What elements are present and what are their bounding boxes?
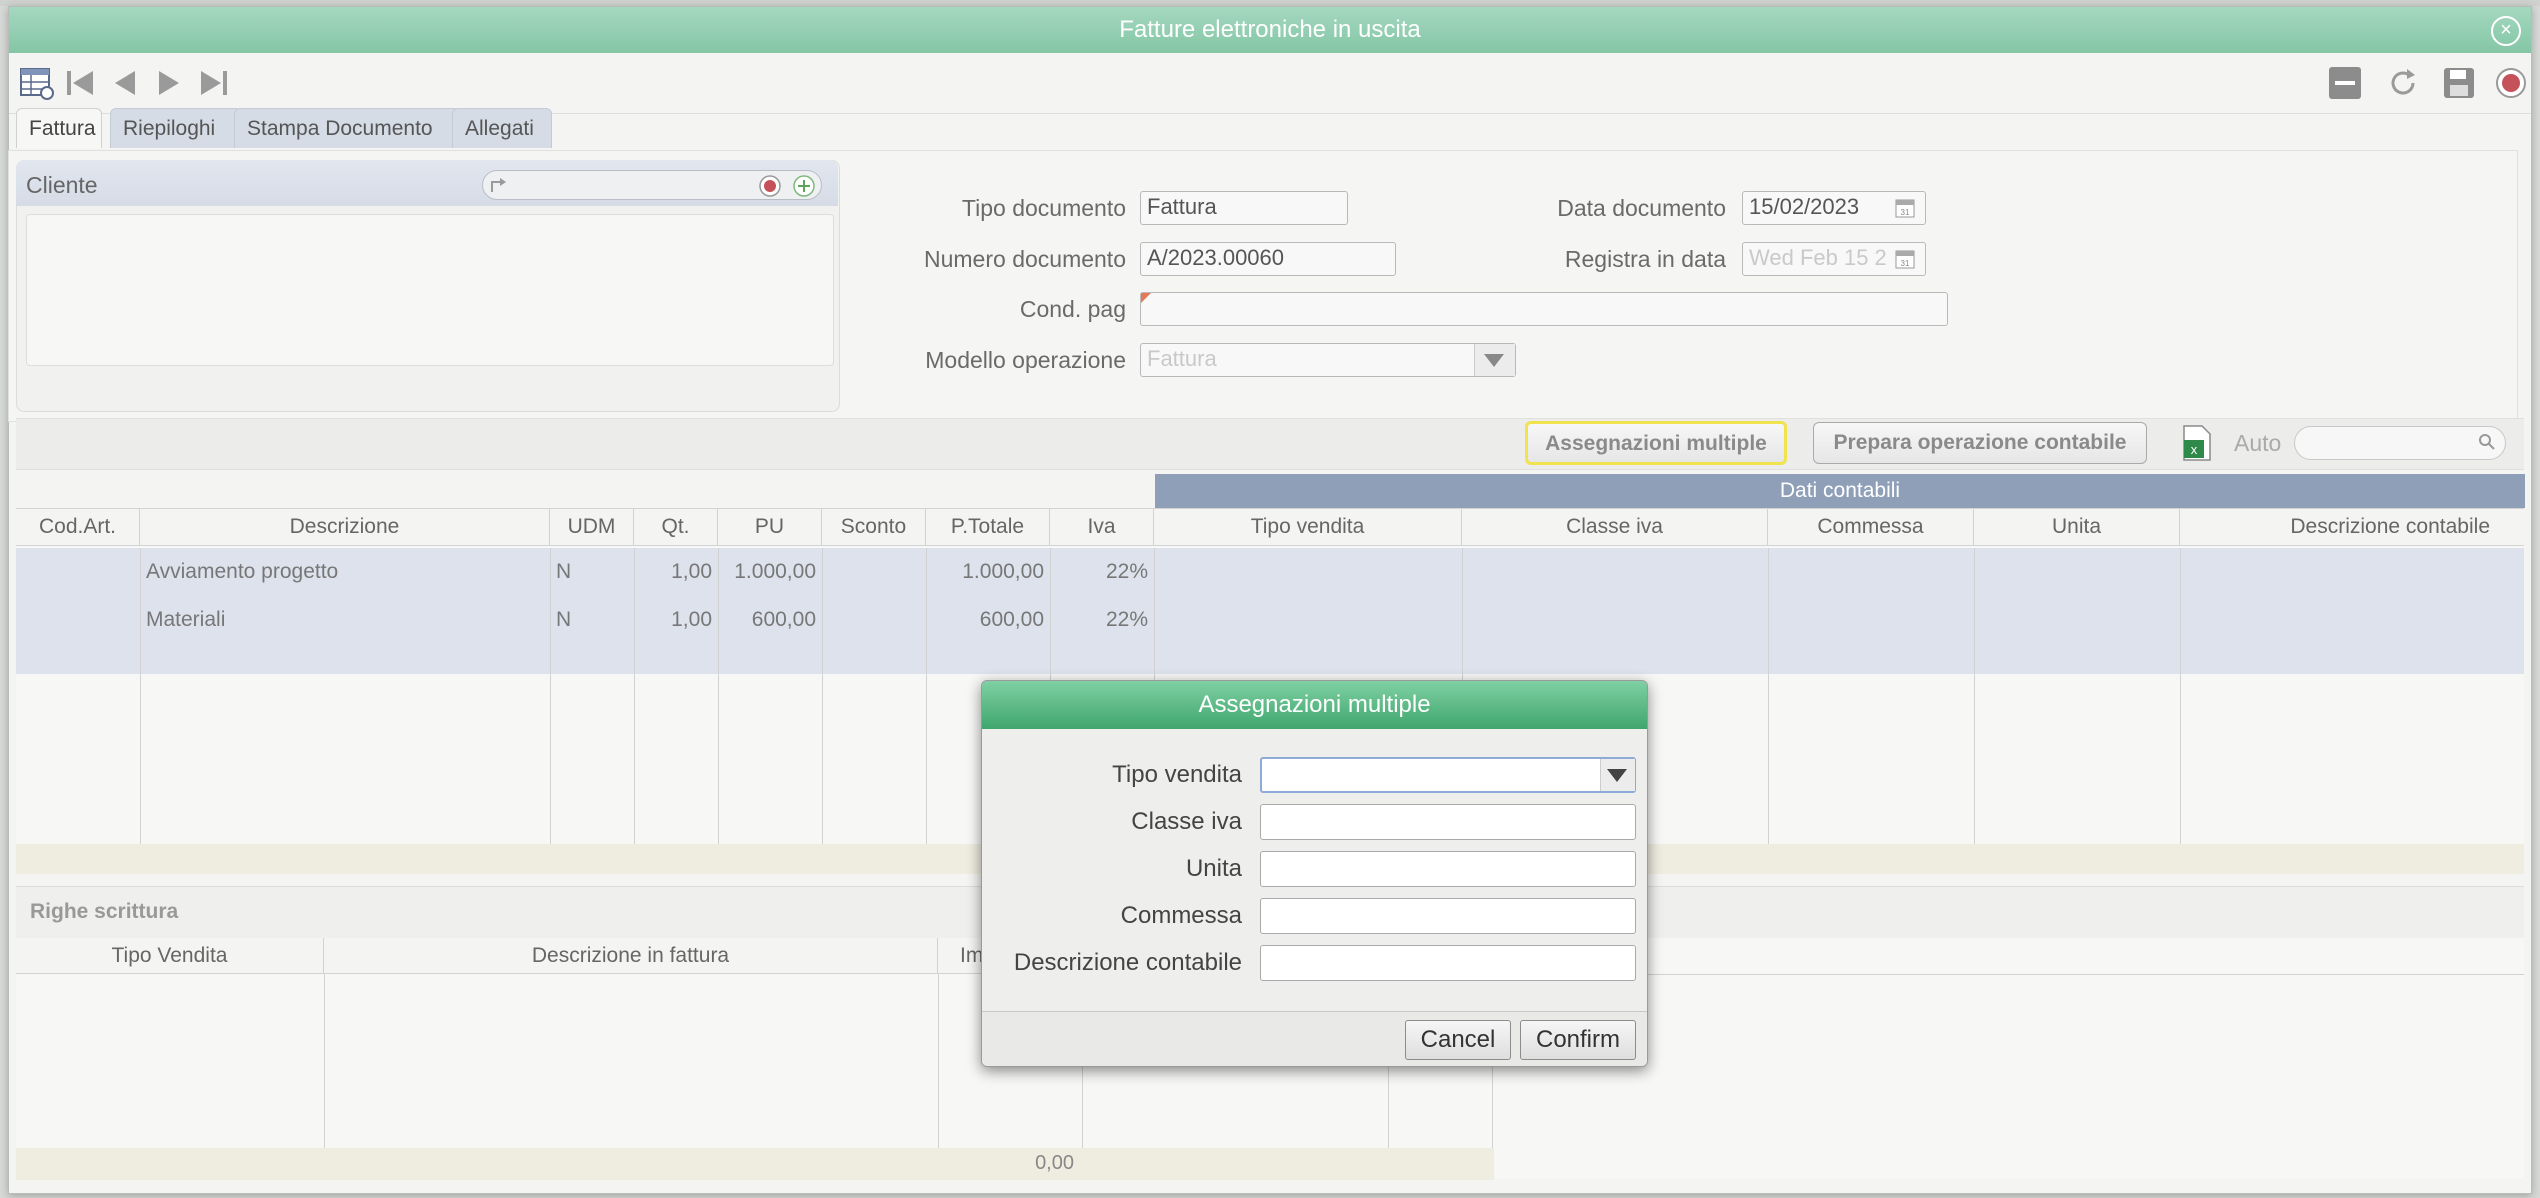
- assegnazioni-multiple-button[interactable]: Assegnazioni multiple: [1525, 421, 1787, 465]
- calendar-icon[interactable]: 31: [1894, 197, 1916, 219]
- col-iva[interactable]: Iva: [1050, 509, 1154, 545]
- numero-documento-field[interactable]: A/2023.00060: [1140, 242, 1396, 276]
- first-record-icon[interactable]: [63, 65, 99, 101]
- descrizione-contabile-label: Descrizione contabile: [1013, 949, 1242, 976]
- link-icon[interactable]: [486, 174, 508, 196]
- tab-riepiloghi[interactable]: Riepiloghi: [110, 108, 242, 148]
- col-unita[interactable]: Unita: [1974, 509, 2180, 545]
- modello-operazione-label: Modello operazione: [925, 347, 1126, 373]
- classe-iva-input[interactable]: [1260, 804, 1636, 840]
- action-bar: [16, 418, 2524, 470]
- commessa-label: Commessa: [1120, 902, 1242, 929]
- assegnazioni-dialog: Assegnazioni multiple Tipo vendita Class…: [981, 680, 1648, 1067]
- row-pu: 1.000,00: [734, 560, 816, 583]
- row-descrizione: Materiali: [146, 608, 226, 631]
- row-totale: 1.000,00: [962, 560, 1044, 583]
- row-descrizione: Avviamento progetto: [146, 560, 339, 583]
- close-icon[interactable]: ×: [2491, 16, 2521, 46]
- next-record-icon[interactable]: [151, 65, 187, 101]
- required-marker-icon: [1141, 293, 1151, 303]
- row-udm: N: [556, 560, 572, 583]
- col-p-totale[interactable]: P.Totale: [926, 509, 1050, 545]
- tab-allegati[interactable]: Allegati: [452, 108, 552, 148]
- col-tipo-vendita[interactable]: Tipo vendita: [1154, 509, 1462, 545]
- save-icon[interactable]: [2441, 65, 2477, 101]
- righe-title: Righe scrittura: [30, 900, 179, 923]
- cliente-details-area: [26, 214, 834, 366]
- data-documento-label: Data documento: [1557, 195, 1726, 221]
- righe-footer-total: 0,00: [1035, 1152, 1074, 1174]
- cond-pag-label: Cond. pag: [1019, 296, 1126, 322]
- row-pu: 600,00: [751, 608, 816, 631]
- tipo-vendita-label: Tipo vendita: [1112, 761, 1242, 788]
- cond-pag-field[interactable]: [1140, 292, 1948, 326]
- tipo-vendita-select[interactable]: [1260, 757, 1636, 793]
- search-icon[interactable]: [2478, 433, 2496, 451]
- col-descrizione-contabile[interactable]: Descrizione contabile: [2180, 509, 2524, 545]
- col-commessa[interactable]: Commessa: [1768, 509, 1974, 545]
- modello-operazione-select[interactable]: Fattura: [1140, 343, 1516, 377]
- last-record-icon[interactable]: [195, 65, 231, 101]
- cliente-label: Cliente: [26, 172, 98, 198]
- righe-footer: [16, 1148, 1494, 1180]
- svg-text:31: 31: [1901, 208, 1910, 217]
- col-sconto[interactable]: Sconto: [822, 509, 926, 545]
- row-totale: 600,00: [979, 608, 1044, 631]
- minimize-icon[interactable]: [2327, 65, 2363, 101]
- cancel-button[interactable]: Cancel: [1405, 1020, 1511, 1060]
- auto-search-input[interactable]: [2294, 426, 2506, 460]
- confirm-button[interactable]: Confirm: [1520, 1020, 1636, 1060]
- tipo-documento-field[interactable]: Fattura: [1140, 191, 1348, 225]
- excel-export-icon[interactable]: x: [2180, 424, 2214, 462]
- toolbar: [9, 53, 2531, 114]
- record-stop-icon[interactable]: [2493, 65, 2529, 101]
- classe-iva-label: Classe iva: [1131, 808, 1242, 835]
- refresh-icon[interactable]: [2385, 65, 2421, 101]
- dialog-title: Assegnazioni multiple: [982, 681, 1647, 729]
- previous-record-icon[interactable]: [107, 65, 143, 101]
- grid-view-icon[interactable]: [19, 65, 55, 101]
- add-icon[interactable]: [792, 174, 816, 198]
- tab-fattura[interactable]: Fattura: [16, 108, 102, 148]
- righe-col-tipo-vendita[interactable]: Tipo Vendita: [16, 938, 324, 974]
- auto-label: Auto: [2234, 430, 2282, 456]
- unita-label: Unita: [1185, 855, 1242, 882]
- col-qt[interactable]: Qt.: [634, 509, 718, 545]
- unita-input[interactable]: [1260, 851, 1636, 887]
- tipo-documento-label: Tipo documento: [961, 195, 1126, 221]
- descrizione-contabile-input[interactable]: [1260, 945, 1636, 981]
- row-iva: 22%: [1105, 608, 1148, 631]
- row-qt: 1,00: [671, 608, 712, 631]
- commessa-input[interactable]: [1260, 898, 1636, 934]
- dropdown-arrow-icon: [1607, 769, 1627, 782]
- col-udm[interactable]: UDM: [550, 509, 634, 545]
- dropdown-arrow-icon: [1484, 354, 1504, 367]
- righe-col-descrizione-fattura[interactable]: Descrizione in fattura: [324, 938, 938, 974]
- numero-documento-label: Numero documento: [924, 246, 1126, 272]
- dati-contabili-header: Dati contabili: [1155, 474, 2525, 508]
- col-pu[interactable]: PU: [718, 509, 822, 545]
- row-udm: N: [556, 608, 572, 631]
- clear-icon[interactable]: [758, 174, 782, 198]
- row-qt: 1,00: [671, 560, 712, 583]
- window-titlebar: Fatture elettroniche in uscita ×: [9, 7, 2531, 53]
- tab-stampa-documento[interactable]: Stampa Documento: [234, 108, 460, 148]
- registra-in-data-label: Registra in data: [1564, 246, 1726, 272]
- col-descrizione[interactable]: Descrizione: [140, 509, 550, 545]
- row-iva: 22%: [1105, 560, 1148, 583]
- prepara-operazione-contabile-button[interactable]: Prepara operazione contabile: [1813, 422, 2147, 464]
- window-title: Fatture elettroniche in uscita: [1119, 16, 1421, 43]
- svg-text:31: 31: [1901, 259, 1910, 268]
- col-classe-iva[interactable]: Classe iva: [1462, 509, 1768, 545]
- table-row[interactable]: Materiali N 1,00 600,00 600,00 22%: [16, 596, 2524, 644]
- table-row[interactable]: Avviamento progetto N 1,00 1.000,00 1.00…: [16, 548, 2524, 596]
- col-cod-art[interactable]: Cod.Art.: [16, 509, 140, 545]
- calendar-icon[interactable]: 31: [1894, 248, 1916, 270]
- svg-text:x: x: [2191, 442, 2198, 457]
